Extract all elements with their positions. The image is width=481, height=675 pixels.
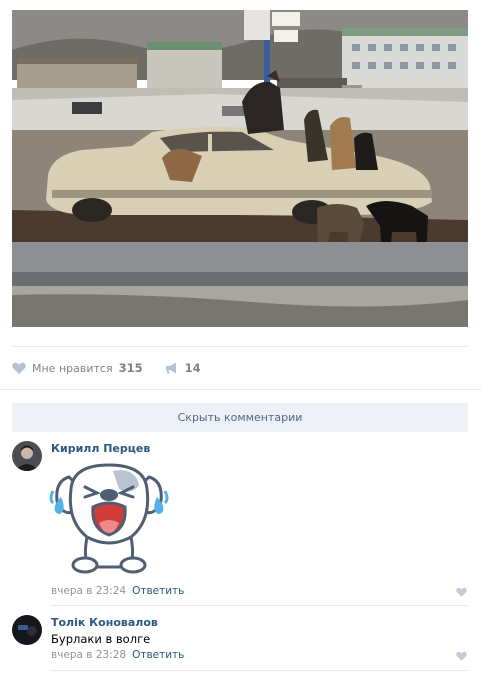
hide-comments-label: Скрыть комментарии — [177, 411, 303, 424]
divider — [12, 346, 468, 347]
like-button[interactable]: Мне нравится 315 — [12, 361, 143, 375]
divider — [51, 605, 468, 606]
reply-button[interactable]: Ответить — [132, 649, 184, 661]
like-label: Мне нравится — [32, 361, 113, 375]
post-photo[interactable] — [12, 10, 468, 327]
comment-meta: вчера в 23:28 Ответить — [51, 649, 184, 661]
post-actions: Мне нравится 315 14 — [12, 358, 223, 378]
hide-comments-button[interactable]: Скрыть комментарии — [12, 403, 468, 432]
comment: Толік Коновалов Бурлаки в волге вчера в … — [12, 615, 468, 665]
crying-dog-sticker — [49, 459, 169, 577]
comment-author[interactable]: Кирилл Перцев — [51, 442, 150, 455]
divider — [0, 389, 481, 390]
like-count: 315 — [118, 361, 143, 375]
divider — [51, 670, 468, 671]
comment-time[interactable]: вчера в 23:24 — [51, 585, 126, 597]
avatar[interactable] — [12, 441, 42, 471]
comment-author[interactable]: Толік Коновалов — [51, 616, 158, 629]
comment-time[interactable]: вчера в 23:28 — [51, 649, 126, 661]
avatar[interactable] — [12, 615, 42, 645]
heart-icon — [12, 361, 26, 375]
share-count: 14 — [184, 361, 201, 375]
megaphone-icon — [165, 361, 179, 375]
comment-text: Бурлаки в волге — [51, 632, 151, 646]
comment-like-icon[interactable] — [456, 587, 468, 599]
comment-like-icon[interactable] — [456, 651, 468, 663]
comment-meta: вчера в 23:24 Ответить — [51, 585, 184, 597]
comment: Кирилл Перцев вчера в 23:24 Ответить — [12, 441, 468, 601]
share-button[interactable]: 14 — [165, 361, 201, 375]
reply-button[interactable]: Ответить — [132, 585, 184, 597]
